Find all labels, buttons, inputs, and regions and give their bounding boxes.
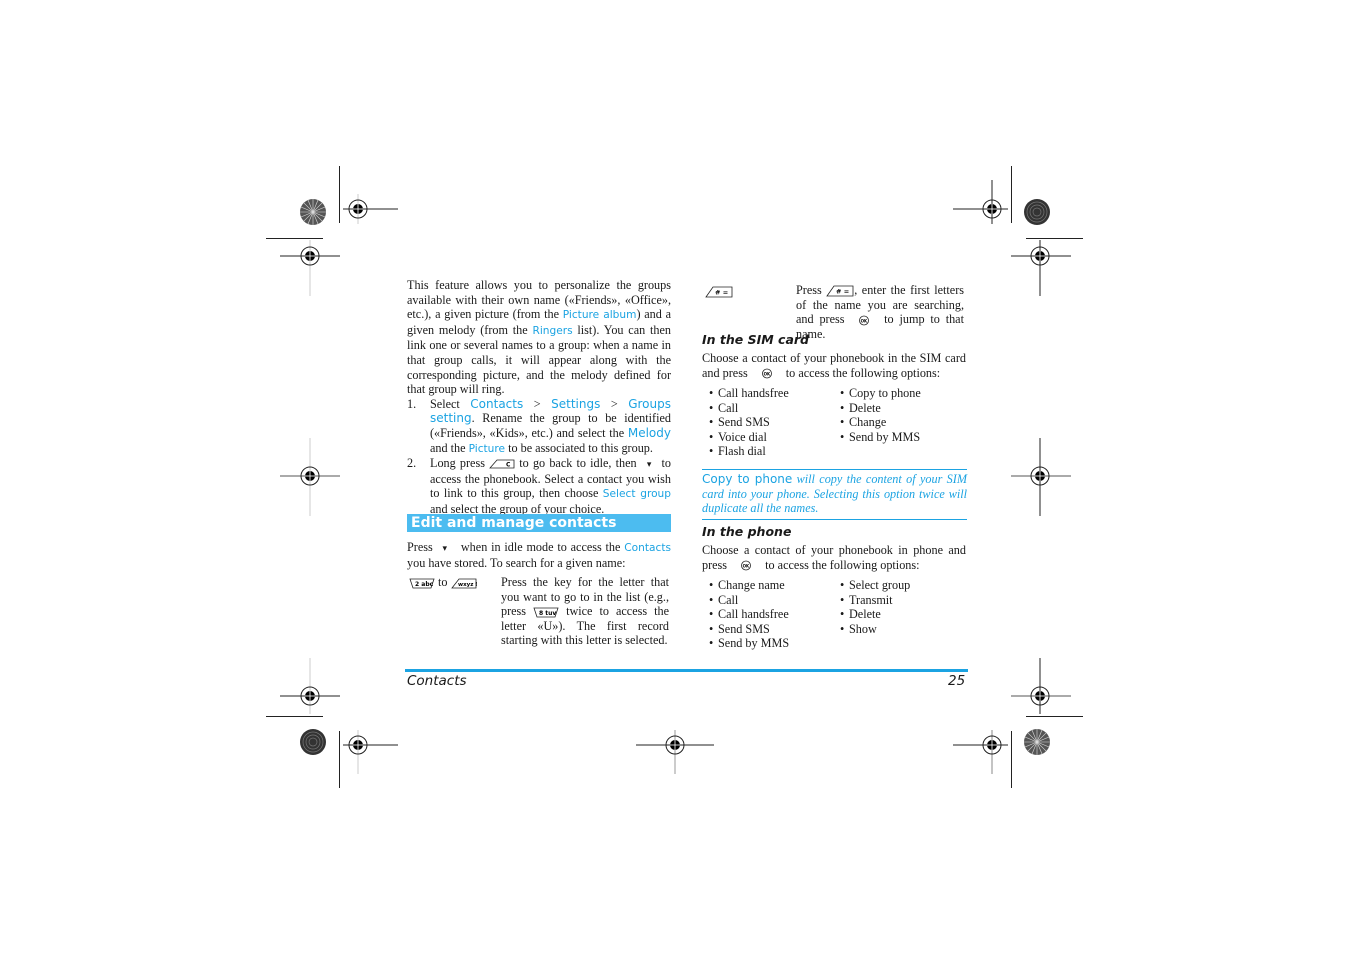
crop-line bbox=[1011, 166, 1012, 223]
phone-options-col1: Change name Call Call handsfree Send SMS… bbox=[709, 578, 834, 651]
section-heading: Edit and manage contacts bbox=[407, 514, 671, 532]
registration-target-icon bbox=[953, 730, 1008, 774]
registration-target-icon bbox=[343, 730, 398, 774]
crop-line bbox=[1026, 716, 1083, 717]
svg-text:2 abc: 2 abc bbox=[415, 581, 434, 588]
svg-text:OK: OK bbox=[763, 372, 770, 377]
option-item: Call bbox=[709, 401, 834, 416]
key-search-description: Press the key for the letter that you wa… bbox=[501, 575, 669, 648]
sim-card-heading: In the SIM card bbox=[702, 332, 810, 347]
picture-link[interactable]: Picture bbox=[469, 443, 505, 455]
crop-line bbox=[266, 716, 323, 717]
svg-text:wxyz 9: wxyz 9 bbox=[458, 582, 477, 588]
melody-link[interactable]: Melody bbox=[628, 426, 671, 440]
svg-text:8 tuv: 8 tuv bbox=[539, 610, 556, 617]
option-item: Copy to phone bbox=[840, 386, 965, 401]
concentric-mark-icon bbox=[300, 729, 326, 755]
select-group-link[interactable]: Select group bbox=[603, 488, 671, 500]
option-item: Call handsfree bbox=[709, 607, 834, 622]
settings-link[interactable]: Settings bbox=[551, 397, 600, 411]
hash-search-description: Press # =, enter the first letters of th… bbox=[796, 283, 964, 341]
svg-text:C: C bbox=[506, 462, 511, 469]
key-9-icon: wxyz 9 bbox=[450, 578, 477, 589]
crop-line bbox=[339, 166, 340, 223]
starburst-mark-icon bbox=[300, 199, 326, 225]
footer-section-title: Contacts bbox=[407, 673, 467, 689]
press-paragraph: Press ▾ when in idle mode to access the … bbox=[407, 540, 671, 570]
crop-line bbox=[266, 238, 323, 239]
registration-target-icon bbox=[1011, 438, 1071, 516]
option-item: Call bbox=[709, 593, 834, 608]
svg-text:# =: # = bbox=[836, 288, 849, 296]
ok-button-icon: OK bbox=[859, 315, 870, 326]
key-range: 2 abc to wxyz 9 bbox=[409, 575, 499, 590]
option-item: Flash dial bbox=[709, 444, 834, 459]
svg-text:# =: # = bbox=[715, 289, 728, 297]
ok-button-icon: OK bbox=[741, 560, 752, 571]
option-item: Send by MMS bbox=[840, 430, 965, 445]
left-column: This feature allows you to personalize t… bbox=[407, 278, 671, 517]
step-item: 1. Select Contacts > Settings > Groups s… bbox=[407, 396, 671, 455]
intro-paragraph: This feature allows you to personalize t… bbox=[407, 278, 671, 397]
option-item: Voice dial bbox=[709, 430, 834, 445]
contacts-link[interactable]: Contacts bbox=[624, 542, 671, 554]
key-8-icon: 8 tuv bbox=[533, 607, 559, 618]
sim-card-intro: Choose a contact of your phonebook in th… bbox=[702, 351, 966, 380]
registration-target-icon bbox=[280, 658, 340, 714]
option-item: Delete bbox=[840, 607, 965, 622]
option-item: Show bbox=[840, 622, 965, 637]
svg-text:OK: OK bbox=[743, 564, 750, 569]
step-item: 2. Long press C to go back to idle, then… bbox=[407, 456, 671, 516]
down-arrow-icon: ▾ bbox=[646, 459, 652, 470]
ringers-link[interactable]: Ringers bbox=[532, 325, 572, 337]
option-item: Transmit bbox=[840, 593, 965, 608]
option-item: Change name bbox=[709, 578, 834, 593]
crop-line bbox=[339, 731, 340, 788]
registration-target-icon bbox=[343, 194, 398, 224]
phone-options-col2: Select group Transmit Delete Show bbox=[840, 578, 965, 636]
registration-target-icon bbox=[636, 730, 714, 774]
option-item: Call handsfree bbox=[709, 386, 834, 401]
crop-line bbox=[1026, 238, 1083, 239]
registration-target-icon bbox=[953, 180, 1008, 224]
sim-options-col2: Copy to phone Delete Change Send by MMS bbox=[840, 386, 965, 444]
crop-line bbox=[1011, 731, 1012, 788]
option-item: Select group bbox=[840, 578, 965, 593]
hash-key-icon: # = bbox=[705, 286, 733, 298]
option-item: Delete bbox=[840, 401, 965, 416]
registration-target-icon bbox=[1011, 240, 1071, 296]
steps-list: 1. Select Contacts > Settings > Groups s… bbox=[407, 397, 671, 517]
copy-note: Copy to phone will copy the content of y… bbox=[702, 469, 967, 520]
phone-intro: Choose a contact of your phonebook in ph… bbox=[702, 543, 966, 572]
hash-key-icon: # = bbox=[826, 285, 854, 297]
contacts-link[interactable]: Contacts bbox=[470, 397, 523, 411]
registration-target-icon bbox=[280, 240, 340, 296]
option-item: Send SMS bbox=[709, 622, 834, 637]
ok-button-icon: OK bbox=[761, 368, 772, 379]
c-key-icon: C bbox=[489, 459, 515, 469]
hash-key: # = bbox=[705, 283, 733, 301]
phone-heading: In the phone bbox=[702, 524, 792, 539]
page-number: 25 bbox=[948, 673, 966, 689]
svg-text:OK: OK bbox=[861, 318, 868, 323]
copy-to-phone-link[interactable]: Copy to phone bbox=[702, 472, 792, 486]
option-item: Send by MMS bbox=[709, 636, 834, 651]
registration-target-icon bbox=[280, 438, 340, 516]
registration-target-icon bbox=[1011, 658, 1071, 714]
down-arrow-icon: ▾ bbox=[442, 543, 448, 553]
footer-rule bbox=[405, 669, 968, 672]
sim-options-col1: Call handsfree Call Send SMS Voice dial … bbox=[709, 386, 834, 459]
picture-album-link[interactable]: Picture album bbox=[563, 309, 637, 321]
key-2-icon: 2 abc bbox=[409, 578, 435, 589]
concentric-mark-icon bbox=[1024, 199, 1050, 225]
starburst-mark-icon bbox=[1024, 729, 1050, 755]
option-item: Send SMS bbox=[709, 415, 834, 430]
option-item: Change bbox=[840, 415, 965, 430]
